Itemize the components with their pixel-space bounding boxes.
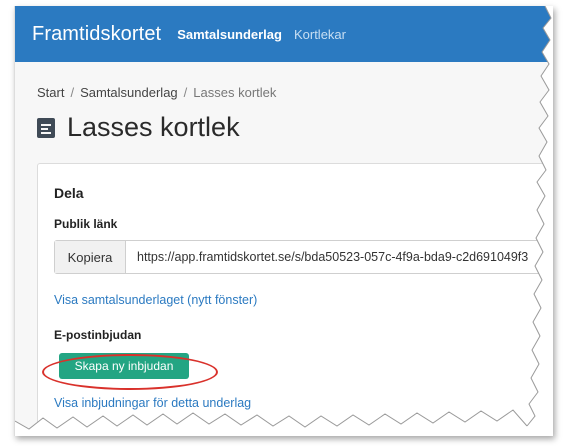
app-window: Framtidskortet Samtalsunderlag Kortlekar… [14,6,553,436]
torn-edge-border [15,6,553,436]
